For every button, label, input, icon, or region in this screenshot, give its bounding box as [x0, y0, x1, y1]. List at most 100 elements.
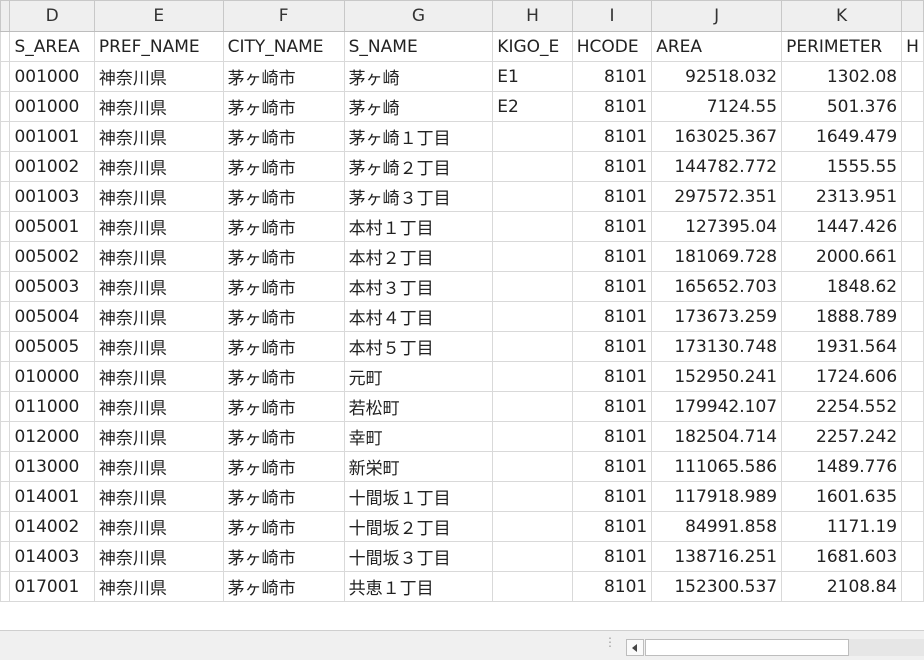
table-cell[interactable]: 神奈川県: [93, 541, 224, 572]
table-cell[interactable]: 165652.703: [651, 271, 783, 302]
table-cell[interactable]: 本村５丁目: [343, 331, 494, 362]
table-cell[interactable]: 神奈川県: [93, 361, 224, 392]
column-letter-header[interactable]: [901, 0, 924, 32]
table-cell[interactable]: 001000: [9, 61, 95, 92]
table-cell[interactable]: 神奈川県: [93, 301, 224, 332]
table-cell[interactable]: 茅ヶ崎市: [222, 391, 345, 422]
table-cell[interactable]: 2254.552: [781, 391, 903, 422]
table-cell[interactable]: 茅ヶ崎市: [222, 211, 345, 242]
table-cell[interactable]: 8101: [571, 61, 653, 92]
table-cell[interactable]: 神奈川県: [93, 91, 224, 122]
table-cell[interactable]: 神奈川県: [93, 151, 224, 182]
table-cell[interactable]: [901, 151, 924, 182]
table-cell[interactable]: 茅ヶ崎市: [222, 481, 345, 512]
table-cell[interactable]: 181069.728: [651, 241, 783, 272]
table-cell[interactable]: 茅ヶ崎市: [222, 571, 345, 602]
table-cell[interactable]: 1848.62: [781, 271, 903, 302]
table-cell[interactable]: 8101: [571, 331, 653, 362]
table-cell[interactable]: [901, 91, 924, 122]
table-cell[interactable]: [492, 391, 573, 422]
table-cell[interactable]: 8101: [571, 181, 653, 212]
table-cell[interactable]: 8101: [571, 271, 653, 302]
table-cell[interactable]: 8101: [571, 571, 653, 602]
table-cell[interactable]: 8101: [571, 211, 653, 242]
table-cell[interactable]: [901, 61, 924, 92]
table-cell[interactable]: [492, 151, 573, 182]
table-cell[interactable]: 茅ヶ崎市: [222, 151, 345, 182]
column-letter-header[interactable]: G: [343, 0, 494, 32]
table-cell[interactable]: 茅ヶ崎市: [222, 541, 345, 572]
table-cell[interactable]: [492, 241, 573, 272]
table-cell[interactable]: 182504.714: [651, 421, 783, 452]
table-cell[interactable]: 十間坂１丁目: [343, 481, 494, 512]
table-cell[interactable]: 茅ヶ崎市: [222, 91, 345, 122]
table-cell[interactable]: 1649.479: [781, 121, 903, 152]
table-cell[interactable]: 1888.789: [781, 301, 903, 332]
table-cell[interactable]: E2: [492, 91, 573, 122]
table-cell[interactable]: 神奈川県: [93, 421, 224, 452]
table-cell[interactable]: [901, 331, 924, 362]
table-cell[interactable]: 1601.635: [781, 481, 903, 512]
table-cell[interactable]: [901, 211, 924, 242]
table-cell[interactable]: 本村４丁目: [343, 301, 494, 332]
table-cell[interactable]: [492, 181, 573, 212]
table-cell[interactable]: 014001: [9, 481, 95, 512]
table-cell[interactable]: 本村２丁目: [343, 241, 494, 272]
table-cell[interactable]: 005005: [9, 331, 95, 362]
table-cell[interactable]: [901, 241, 924, 272]
table-cell[interactable]: 8101: [571, 451, 653, 482]
table-cell[interactable]: 幸町: [343, 421, 494, 452]
table-cell[interactable]: 1681.603: [781, 541, 903, 572]
table-cell[interactable]: 8101: [571, 421, 653, 452]
table-cell[interactable]: 152950.241: [651, 361, 783, 392]
field-name-cell[interactable]: CITY_NAME: [222, 31, 345, 62]
table-cell[interactable]: 173673.259: [651, 301, 783, 332]
field-name-cell[interactable]: PREF_NAME: [93, 31, 224, 62]
table-cell[interactable]: 茅ヶ崎市: [222, 361, 345, 392]
table-cell[interactable]: 1489.776: [781, 451, 903, 482]
table-cell[interactable]: [492, 451, 573, 482]
table-cell[interactable]: 神奈川県: [93, 481, 224, 512]
table-cell[interactable]: [492, 571, 573, 602]
table-cell[interactable]: 神奈川県: [93, 181, 224, 212]
table-cell[interactable]: [492, 511, 573, 542]
table-cell[interactable]: 8101: [571, 241, 653, 272]
table-cell[interactable]: [492, 211, 573, 242]
table-cell[interactable]: 8101: [571, 361, 653, 392]
table-cell[interactable]: 117918.989: [651, 481, 783, 512]
table-cell[interactable]: 138716.251: [651, 541, 783, 572]
table-cell[interactable]: 001000: [9, 91, 95, 122]
table-cell[interactable]: 茅ヶ崎市: [222, 181, 345, 212]
column-letter-header[interactable]: E: [93, 0, 224, 32]
table-cell[interactable]: 茅ヶ崎市: [222, 241, 345, 272]
table-cell[interactable]: [901, 301, 924, 332]
field-name-cell[interactable]: H: [901, 31, 924, 62]
table-cell[interactable]: 神奈川県: [93, 331, 224, 362]
table-cell[interactable]: 014002: [9, 511, 95, 542]
table-cell[interactable]: [492, 481, 573, 512]
table-cell[interactable]: 8101: [571, 511, 653, 542]
table-cell[interactable]: [492, 271, 573, 302]
table-cell[interactable]: 017001: [9, 571, 95, 602]
table-cell[interactable]: 茅ヶ崎市: [222, 121, 345, 152]
table-cell[interactable]: [901, 271, 924, 302]
table-cell[interactable]: [901, 541, 924, 572]
table-cell[interactable]: [901, 511, 924, 542]
table-cell[interactable]: 茅ヶ崎２丁目: [343, 151, 494, 182]
table-cell[interactable]: 十間坂３丁目: [343, 541, 494, 572]
table-cell[interactable]: 005002: [9, 241, 95, 272]
table-cell[interactable]: 神奈川県: [93, 211, 224, 242]
table-cell[interactable]: 297572.351: [651, 181, 783, 212]
table-cell[interactable]: [492, 121, 573, 152]
table-cell[interactable]: [901, 361, 924, 392]
table-cell[interactable]: 163025.367: [651, 121, 783, 152]
table-cell[interactable]: [492, 301, 573, 332]
table-cell[interactable]: 2108.84: [781, 571, 903, 602]
table-cell[interactable]: 若松町: [343, 391, 494, 422]
table-cell[interactable]: 179942.107: [651, 391, 783, 422]
column-letter-header[interactable]: H: [492, 0, 573, 32]
field-name-cell[interactable]: S_NAME: [343, 31, 494, 62]
table-cell[interactable]: [901, 421, 924, 452]
table-cell[interactable]: 茅ヶ崎市: [222, 511, 345, 542]
table-cell[interactable]: 茅ヶ崎市: [222, 451, 345, 482]
